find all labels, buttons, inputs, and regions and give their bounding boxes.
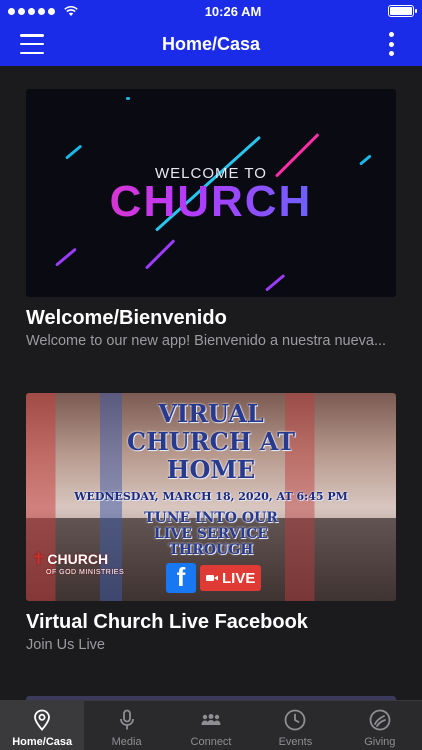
location-pin-icon bbox=[34, 709, 51, 731]
card-title[interactable]: Virtual Church Live Facebook bbox=[26, 611, 396, 634]
tab-media[interactable]: Media bbox=[84, 701, 168, 750]
signal-dot-icon bbox=[48, 7, 55, 15]
tab-label: Media bbox=[111, 736, 142, 748]
image-date-text: WEDNESDAY, MARCH 18, 2020, AT 6:45 PM bbox=[74, 490, 348, 503]
signal-dot-icon bbox=[18, 7, 25, 15]
wifi-icon bbox=[64, 5, 78, 16]
nav-bar: Home/Casa bbox=[0, 22, 422, 66]
card-subtitle: Join Us Live bbox=[26, 637, 105, 653]
church-badge: ✝ CHURCH OF GOD MINISTRIES bbox=[32, 549, 124, 576]
tab-label: Home/Casa bbox=[12, 736, 73, 748]
feed-card-virtual-church[interactable]: VIRUAL CHURCH AT HOME WEDNESDAY, MARCH 1… bbox=[26, 393, 396, 653]
image-text-line: LIVE SERVICE bbox=[154, 526, 268, 542]
image-church-text: CHURCH bbox=[26, 177, 396, 227]
menu-line-icon bbox=[20, 34, 44, 37]
menu-line-icon bbox=[20, 51, 44, 54]
tab-label: Events bbox=[278, 736, 313, 748]
more-dot-icon bbox=[388, 32, 394, 37]
tab-bar: Home/Casa Media Connect Events Giving bbox=[0, 700, 422, 750]
more-dot-icon bbox=[388, 51, 394, 56]
tab-home[interactable]: Home/Casa bbox=[0, 701, 85, 750]
image-text-line: TUNE INTO OUR bbox=[144, 510, 278, 526]
tab-events[interactable]: Events bbox=[253, 701, 337, 750]
page-title: Home/Casa bbox=[161, 33, 261, 54]
tab-label: Connect bbox=[190, 736, 232, 748]
live-text: LIVE bbox=[222, 569, 256, 587]
virtual-church-image[interactable]: VIRUAL CHURCH AT HOME WEDNESDAY, MARCH 1… bbox=[26, 393, 396, 601]
tab-connect[interactable]: Connect bbox=[169, 701, 253, 750]
signal-dot-icon bbox=[38, 7, 45, 15]
menu-line-icon bbox=[20, 42, 44, 46]
giving-icon bbox=[369, 709, 391, 731]
status-bar: 10:26 AM bbox=[0, 0, 422, 22]
signal-dot-icon bbox=[28, 7, 35, 15]
badge-subtext: OF GOD MINISTRIES bbox=[46, 569, 125, 576]
group-icon bbox=[201, 714, 221, 725]
facebook-icon: f bbox=[166, 562, 196, 593]
image-text-line: CHURCH AT bbox=[127, 427, 295, 456]
video-camera-icon bbox=[206, 575, 218, 581]
feed: WELCOME TO CHURCH Welcome/Bienvenido Wel… bbox=[0, 66, 422, 700]
more-options-button[interactable] bbox=[388, 32, 394, 56]
card-title[interactable]: Welcome/Bienvenido bbox=[26, 307, 396, 330]
more-dot-icon bbox=[388, 41, 394, 47]
microphone-icon bbox=[119, 709, 134, 730]
tab-label: Giving bbox=[364, 736, 396, 748]
hamburger-menu-button[interactable] bbox=[20, 34, 44, 54]
welcome-church-image[interactable]: WELCOME TO CHURCH bbox=[26, 89, 396, 297]
image-text-line: VIRUAL bbox=[158, 399, 264, 428]
badge-text: CHURCH bbox=[47, 551, 109, 567]
facebook-live-badge: f LIVE bbox=[166, 562, 262, 593]
clock-icon bbox=[285, 709, 306, 731]
card-subtitle: Welcome to our new app! Bienvenido a nue… bbox=[26, 333, 387, 349]
live-tag: LIVE bbox=[200, 565, 262, 591]
battery-icon bbox=[387, 5, 417, 17]
status-time: 10:26 AM bbox=[204, 3, 262, 19]
tab-giving[interactable]: Giving bbox=[338, 701, 422, 750]
cross-icon: ✝ bbox=[32, 551, 46, 568]
feed-card-welcome[interactable]: WELCOME TO CHURCH Welcome/Bienvenido Wel… bbox=[26, 89, 396, 349]
signal-dot-icon bbox=[8, 7, 15, 15]
signal-indicator bbox=[8, 5, 78, 17]
image-text-line: HOME bbox=[166, 455, 256, 484]
